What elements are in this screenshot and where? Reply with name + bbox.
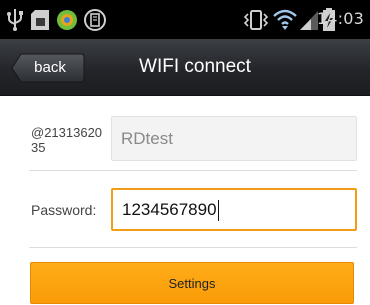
ssid-value: RDtest [121,129,173,148]
settings-button[interactable]: Settings [30,262,354,304]
status-time: 14:03 [316,9,364,28]
password-value: 1234567890 [122,200,217,219]
password-field[interactable]: 1234567890 [111,188,357,231]
wifi-icon [273,9,297,30]
storage-icon [84,9,106,31]
app-notification-icon [57,10,77,30]
ssid-field[interactable]: RDtest [111,116,357,161]
page-title: WIFI connect [139,56,251,77]
status-bar: 14:03 [0,0,370,39]
title-bar: back WIFI connect [0,39,370,96]
sd-card-icon [31,10,49,30]
back-button-label: back [34,59,66,76]
usb-icon [7,9,23,31]
ssid-label: @2131362035 [31,125,103,155]
password-label: Password: [31,202,97,218]
text-cursor [217,200,219,222]
divider [29,170,357,171]
vibrate-icon [243,10,269,30]
back-button[interactable]: back [11,53,85,83]
divider [29,247,357,248]
